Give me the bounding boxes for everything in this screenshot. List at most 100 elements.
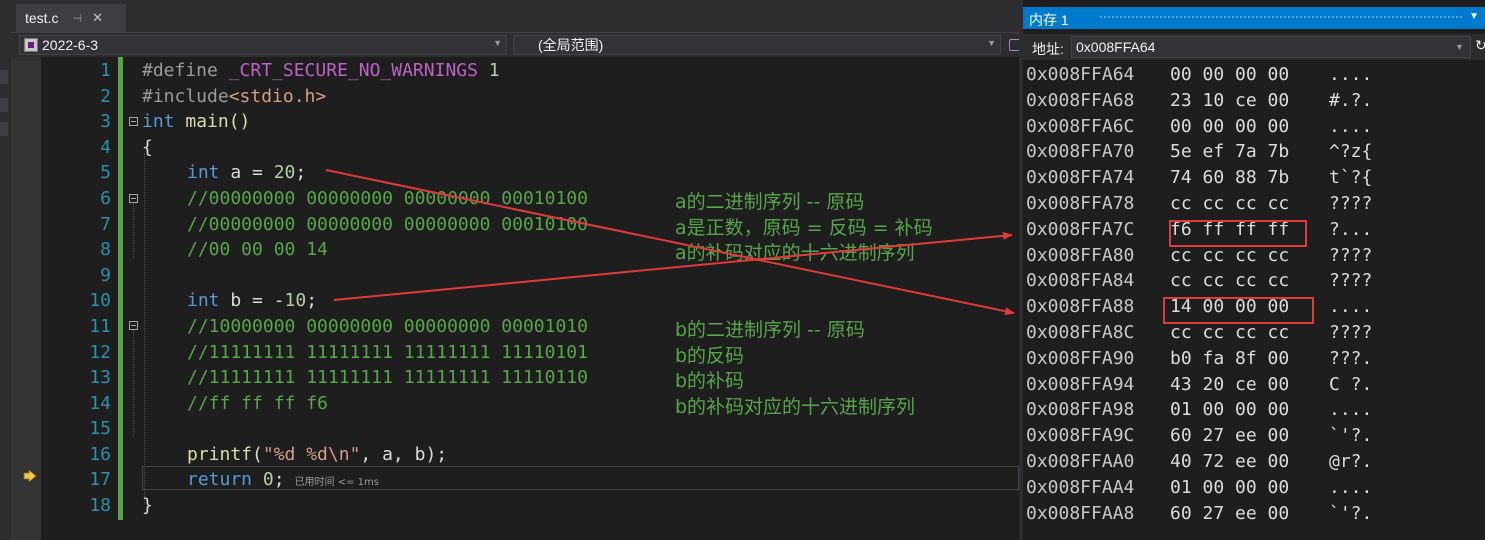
collapse-toggle[interactable] xyxy=(129,194,138,203)
memory-row[interactable]: 0x008FFA6C 00 00 00 00.... xyxy=(1026,114,1372,140)
token: 10 xyxy=(284,290,307,311)
instruction-pointer-icon xyxy=(23,470,37,482)
memory-hex-bytes[interactable]: 5e ef 7a 7b xyxy=(1170,139,1289,165)
memory-address: 0x008FFA64 xyxy=(1026,64,1135,85)
collapse-toggle[interactable] xyxy=(129,117,138,126)
memory-hex-bytes[interactable]: cc cc cc cc xyxy=(1170,191,1289,217)
line-number: 3 xyxy=(100,111,111,132)
line-number: 2 xyxy=(100,86,111,107)
token: _CRT_SECURE_NO_WARNINGS xyxy=(228,60,478,81)
collapse-toggle[interactable] xyxy=(129,321,138,330)
drag-grip[interactable] xyxy=(1099,15,1463,20)
memory-row[interactable]: 0x008FFA8C cc cc cc cc???? xyxy=(1026,320,1372,346)
memory-row[interactable]: 0x008FFA90 b0 fa 8f 00???. xyxy=(1026,346,1372,372)
code-line-17: return 0; 已用时间 <= 1ms xyxy=(187,467,379,493)
memory-row[interactable]: 0x008FFA9C 60 27 ee 00 `'?. xyxy=(1026,423,1372,449)
line-number: 1 xyxy=(100,60,111,81)
chevron-down-icon[interactable]: ▼ xyxy=(1455,42,1464,52)
line-number: 15 xyxy=(89,418,111,439)
memory-row[interactable]: 0x008FFA78 cc cc cc cc???? xyxy=(1026,191,1372,217)
token: #define xyxy=(142,60,229,81)
memory-ascii: ???? xyxy=(1329,322,1373,343)
memory-row[interactable]: 0x008FFA70 5e ef 7a 7b ^?z{ xyxy=(1026,139,1372,165)
memory-row[interactable]: 0x008FFA80 cc cc cc cc???? xyxy=(1026,243,1372,269)
note-b-hex: b的补码对应的十六进制序列 xyxy=(675,396,916,418)
line-number: 8 xyxy=(100,239,111,260)
memory-row[interactable]: 0x008FFA88 14 00 00 00.... xyxy=(1026,294,1372,320)
memory-hex-bytes[interactable]: 40 72 ee 00 xyxy=(1170,449,1289,475)
token: int xyxy=(142,111,175,132)
token: main() xyxy=(174,111,251,132)
token: , a, b); xyxy=(360,444,448,465)
code-line-8: //00 00 00 14 xyxy=(187,239,328,260)
memory-row[interactable]: 0x008FFAA4 01 00 00 00.... xyxy=(1026,475,1372,501)
tool-strip-tab[interactable] xyxy=(0,98,8,112)
memory-ascii: ???? xyxy=(1329,193,1373,214)
token: ( xyxy=(252,444,263,465)
memory-row[interactable]: 0x008FFA94 43 20 ce 00 C ?. xyxy=(1026,372,1372,398)
memory-hex-bytes[interactable]: 01 00 00 00 xyxy=(1170,475,1289,501)
token: ; xyxy=(273,469,285,490)
code-line-7: //00000000 00000000 00000000 00010100 xyxy=(187,214,588,235)
address-input[interactable] xyxy=(1071,36,1471,58)
scope-dropdown[interactable]: (全局范围) ▼ xyxy=(513,35,1001,55)
memory-hex-bytes[interactable]: 43 20 ce 00 xyxy=(1170,372,1289,398)
memory-hex-bytes[interactable]: 23 10 ce 00 xyxy=(1170,88,1289,114)
token: <stdio.h> xyxy=(228,86,327,107)
code-editor[interactable]: 1 2 3 4 5 6 7 8 9 10 11 12 13 14 15 16 1… xyxy=(11,57,1019,540)
pin-icon[interactable]: ⊣ xyxy=(72,12,82,25)
memory-hex-bytes[interactable]: cc cc cc cc xyxy=(1170,268,1289,294)
document-tab-bar: test.c ⊣ ✕ xyxy=(11,0,1019,32)
memory-row[interactable]: 0x008FFAA8 60 27 ee 00 `'?. xyxy=(1026,501,1372,527)
memory-hex-bytes[interactable]: 60 27 ee 00 xyxy=(1170,423,1289,449)
memory-row[interactable]: 0x008FFA68 23 10 ce 00 #.?. xyxy=(1026,88,1372,114)
memory-address: 0x008FFA88 xyxy=(1026,296,1135,318)
memory-hex-bytes[interactable]: 60 27 ee 00 xyxy=(1170,501,1289,527)
note-a-hex: a的补码对应的十六进制序列 xyxy=(675,242,915,264)
navigation-bar: 2022-6-3 ▼ (全局范围) ▼ xyxy=(11,32,1021,57)
memory-row[interactable]: 0x008FFA84 cc cc cc cc???? xyxy=(1026,268,1372,294)
reevaluate-icon[interactable]: ↻ xyxy=(1475,37,1485,54)
memory-address: 0x008FFA78 xyxy=(1026,193,1135,214)
file-tab-test-c[interactable]: test.c ⊣ ✕ xyxy=(16,4,126,32)
memory-window-title-bar[interactable]: 内存 1 ▼ xyxy=(1023,7,1485,29)
memory-hex-bytes[interactable]: 00 00 00 00 xyxy=(1170,114,1289,140)
memory-window-title: 内存 1 xyxy=(1029,12,1069,28)
indicator-margin[interactable] xyxy=(11,57,41,540)
window-menu-icon[interactable]: ▼ xyxy=(1469,11,1479,22)
note-a-positive: a是正数，原码 = 反码 = 补码 xyxy=(675,217,933,239)
memory-row[interactable]: 0x008FFA74 74 60 88 7b t`?{ xyxy=(1026,165,1372,191)
memory-row[interactable]: 0x008FFA98 01 00 00 00.... xyxy=(1026,397,1372,423)
memory-row[interactable]: 0x008FFA7C f6 ff ff ff?... xyxy=(1026,217,1372,243)
line-number: 10 xyxy=(89,290,111,311)
memory-hex-bytes[interactable]: 00 00 00 00 xyxy=(1170,62,1289,88)
code-line-16: printf("%d %d\n", a, b); xyxy=(187,442,447,468)
close-icon[interactable]: ✕ xyxy=(92,10,103,26)
tool-strip-tab[interactable] xyxy=(0,122,8,136)
memory-hex-bytes[interactable]: 01 00 00 00 xyxy=(1170,397,1289,423)
chevron-down-icon[interactable]: ▼ xyxy=(493,38,502,48)
memory-row[interactable]: 0x008FFAA0 40 72 ee 00 @r?. xyxy=(1026,449,1372,475)
memory-row[interactable]: 0x008FFA64 00 00 00 00.... xyxy=(1026,62,1372,88)
memory-ascii: .... xyxy=(1329,64,1373,85)
memory-address: 0x008FFAA0 xyxy=(1026,451,1135,472)
line-number: 12 xyxy=(89,342,111,363)
memory-hex-bytes[interactable]: b0 fa 8f 00 xyxy=(1170,346,1289,372)
memory-hex-bytes[interactable]: 74 60 88 7b xyxy=(1170,165,1289,191)
memory-address: 0x008FFA6C xyxy=(1026,115,1135,137)
chevron-down-icon[interactable]: ▼ xyxy=(987,38,996,48)
code-line-13: //11111111 11111111 11111111 11110110 xyxy=(187,367,588,388)
line-number: 17 xyxy=(89,469,111,490)
tool-strip-tab[interactable] xyxy=(0,70,8,84)
address-bar: 地址: ▼ ↻ xyxy=(1023,34,1485,60)
note-b-twos-complement: b的补码 xyxy=(675,370,745,392)
code-line-12: //11111111 11111111 11111111 11110101 xyxy=(187,342,588,363)
token: } xyxy=(142,495,153,516)
token: #include xyxy=(142,86,229,107)
indent-guide xyxy=(144,153,146,503)
memory-ascii: ???? xyxy=(1329,244,1373,266)
elapsed-time-hint[interactable]: 已用时间 <= 1ms xyxy=(295,477,379,488)
project-dropdown[interactable]: 2022-6-3 ▼ xyxy=(19,35,507,55)
memory-address: 0x008FFA94 xyxy=(1026,373,1135,395)
